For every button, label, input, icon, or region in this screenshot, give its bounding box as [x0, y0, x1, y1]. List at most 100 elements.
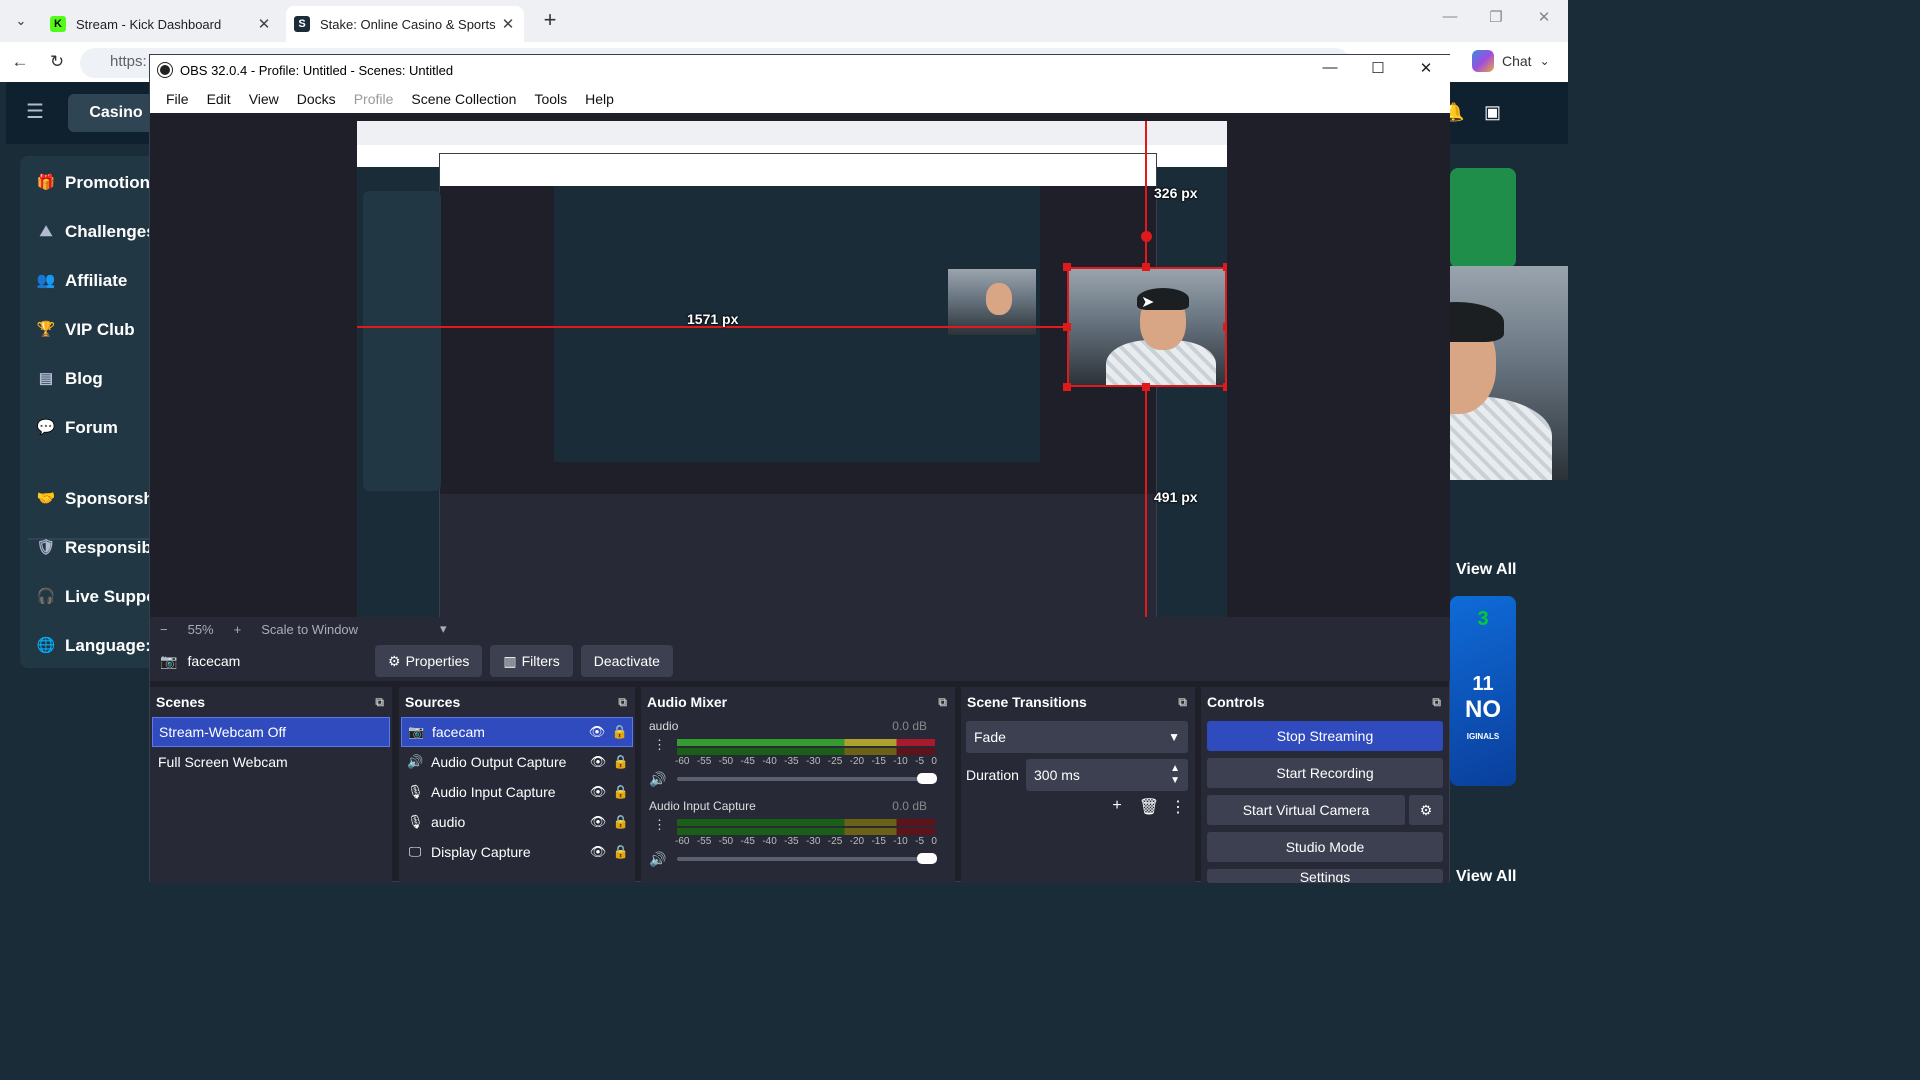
- hamburger-menu-icon[interactable]: ☰: [26, 102, 46, 122]
- dock-header: Controls ⧉: [1201, 687, 1449, 717]
- rotate-handle[interactable]: [1141, 231, 1152, 242]
- zoom-out-button[interactable]: −: [150, 622, 178, 637]
- minimize-icon[interactable]: —: [1438, 8, 1462, 25]
- deactivate-button[interactable]: Deactivate: [580, 645, 673, 677]
- settings-button[interactable]: Settings: [1207, 869, 1443, 883]
- browser-tab-stake[interactable]: S Stake: Online Casino & Sports Bett ✕: [286, 6, 524, 42]
- close-tab-icon[interactable]: ✕: [500, 15, 516, 33]
- scale-to-window-select[interactable]: Scale to Window: [251, 622, 368, 637]
- menu-tools[interactable]: Tools: [525, 91, 576, 107]
- resize-handle[interactable]: [1223, 383, 1227, 391]
- game-card[interactable]: 3 11 NO IGINALS: [1450, 596, 1516, 786]
- kebab-menu-icon[interactable]: ⋮: [653, 737, 666, 753]
- eye-icon[interactable]: 👁: [587, 844, 609, 860]
- resize-handle[interactable]: [1063, 263, 1071, 271]
- undock-icon[interactable]: ⧉: [375, 695, 384, 710]
- lock-icon[interactable]: 🔒: [608, 724, 632, 740]
- sidebar-item-vip-club[interactable]: 🏆 VIP Club: [36, 317, 135, 343]
- close-tab-icon[interactable]: ✕: [256, 15, 272, 33]
- eye-icon[interactable]: 👁: [587, 814, 609, 830]
- kebab-menu-icon[interactable]: ⋮: [653, 817, 666, 833]
- source-item[interactable]: 🖵 Display Capture 👁 🔒: [401, 837, 633, 867]
- dock-title: Controls: [1207, 694, 1265, 710]
- back-arrow-icon[interactable]: ←: [9, 51, 31, 73]
- volume-icon[interactable]: 🔊: [649, 771, 666, 788]
- sidebar-item-responsible[interactable]: 🛡 Responsibl: [36, 535, 156, 561]
- restore-icon[interactable]: ❐: [1484, 8, 1508, 26]
- undock-icon[interactable]: ⧉: [938, 695, 947, 710]
- spin-arrows-icon[interactable]: ▲ ▼: [1170, 763, 1180, 787]
- resize-handle[interactable]: [1223, 263, 1227, 271]
- lock-icon[interactable]: 🔒: [609, 844, 633, 860]
- add-transition-icon[interactable]: +: [1105, 797, 1129, 815]
- chevron-down-icon[interactable]: ▾: [430, 621, 457, 637]
- browser-tab-kick[interactable]: K Stream - Kick Dashboard ✕: [42, 6, 280, 42]
- lock-icon[interactable]: 🔒: [609, 784, 633, 800]
- transition-select[interactable]: Fade ▼: [966, 721, 1188, 753]
- reload-icon[interactable]: ↻: [46, 51, 68, 73]
- sidebar-item-forum[interactable]: 💬 Forum: [36, 415, 118, 441]
- menu-profile[interactable]: Profile: [345, 91, 403, 107]
- duration-input[interactable]: 300 ms ▲ ▼: [1026, 759, 1188, 791]
- volume-slider[interactable]: [677, 773, 937, 784]
- lock-icon[interactable]: 🔒: [609, 814, 633, 830]
- undock-icon[interactable]: ⧉: [618, 695, 627, 710]
- preview-area[interactable]: 1571 px 326 px 491 px: [150, 113, 1450, 617]
- slider-knob[interactable]: [917, 773, 937, 784]
- eye-icon[interactable]: 👁: [587, 784, 609, 800]
- view-all-link[interactable]: View All: [1456, 561, 1516, 579]
- promo-card[interactable]: [1450, 168, 1516, 268]
- trash-icon[interactable]: 🗑: [1137, 797, 1161, 817]
- sidebar-item-sponsorship[interactable]: 🤝 Sponsorshi: [36, 486, 159, 512]
- sidebar-item-blog[interactable]: ▤ Blog: [36, 366, 103, 392]
- filters-button[interactable]: ▥ Filters: [490, 645, 573, 677]
- zoom-in-button[interactable]: +: [224, 622, 252, 637]
- menu-docks[interactable]: Docks: [288, 91, 345, 107]
- source-item[interactable]: 🎙 audio 👁 🔒: [401, 807, 633, 837]
- menu-file[interactable]: File: [157, 91, 198, 107]
- view-all-link[interactable]: View All: [1456, 868, 1516, 886]
- facecam-selection-box[interactable]: [1067, 267, 1227, 387]
- eye-icon[interactable]: 👁: [586, 724, 608, 740]
- new-tab-plus-icon[interactable]: +: [538, 9, 562, 33]
- start-recording-button[interactable]: Start Recording: [1207, 758, 1443, 788]
- menu-view[interactable]: View: [240, 91, 288, 107]
- properties-button[interactable]: ⚙ Properties: [375, 645, 483, 677]
- minimize-icon[interactable]: —: [1318, 59, 1342, 76]
- undock-icon[interactable]: ⧉: [1178, 695, 1187, 710]
- maximize-icon[interactable]: ☐: [1366, 59, 1390, 77]
- tab-search-chevron-icon[interactable]: ⌄: [10, 10, 32, 32]
- menu-scene-collection[interactable]: Scene Collection: [402, 91, 525, 107]
- source-item[interactable]: 📷 facecam 👁 🔒: [401, 717, 633, 747]
- kebab-menu-icon[interactable]: ⋮: [1169, 797, 1187, 817]
- sidebar-item-language[interactable]: 🌐 Language:: [36, 633, 151, 659]
- slider-knob[interactable]: [917, 853, 937, 864]
- virtual-camera-settings-button[interactable]: ⚙: [1409, 795, 1443, 825]
- scene-item[interactable]: Full Screen Webcam: [152, 747, 390, 777]
- sidebar-toggle-icon[interactable]: ▣: [1484, 102, 1501, 123]
- menu-help[interactable]: Help: [576, 91, 623, 107]
- scene-item[interactable]: Stream-Webcam Off: [152, 717, 390, 747]
- source-item[interactable]: 🎙 Audio Input Capture 👁 🔒: [401, 777, 633, 807]
- stop-streaming-button[interactable]: Stop Streaming: [1207, 721, 1443, 751]
- studio-mode-button[interactable]: Studio Mode: [1207, 832, 1443, 862]
- lock-icon[interactable]: 🔒: [609, 754, 633, 770]
- eye-icon[interactable]: 👁: [587, 754, 609, 770]
- undock-icon[interactable]: ⧉: [1432, 695, 1441, 710]
- menu-edit[interactable]: Edit: [198, 91, 240, 107]
- close-window-icon[interactable]: ✕: [1532, 8, 1556, 26]
- volume-icon[interactable]: 🔊: [649, 851, 666, 868]
- resize-handle[interactable]: [1223, 323, 1227, 331]
- program-preview[interactable]: 1571 px 326 px 491 px: [357, 121, 1227, 617]
- start-virtual-camera-button[interactable]: Start Virtual Camera: [1207, 795, 1405, 825]
- sidebar-item-affiliate[interactable]: 👥 Affiliate: [36, 268, 128, 294]
- sidebar-item-promotions[interactable]: 🎁 Promotions: [36, 170, 160, 196]
- sidebar-item-live-support[interactable]: 🎧 Live Suppor: [36, 584, 164, 610]
- sidebar-item-challenges[interactable]: ⛰ Challenges: [36, 219, 156, 245]
- close-window-icon[interactable]: ✕: [1414, 59, 1438, 77]
- obs-window: OBS 32.0.4 - Profile: Untitled - Scenes:…: [149, 54, 1450, 883]
- source-item[interactable]: 🔊 Audio Output Capture 👁 🔒: [401, 747, 633, 777]
- chat-button[interactable]: Chat ⌄: [1472, 50, 1550, 72]
- resize-handle[interactable]: [1063, 383, 1071, 391]
- volume-slider[interactable]: [677, 853, 937, 864]
